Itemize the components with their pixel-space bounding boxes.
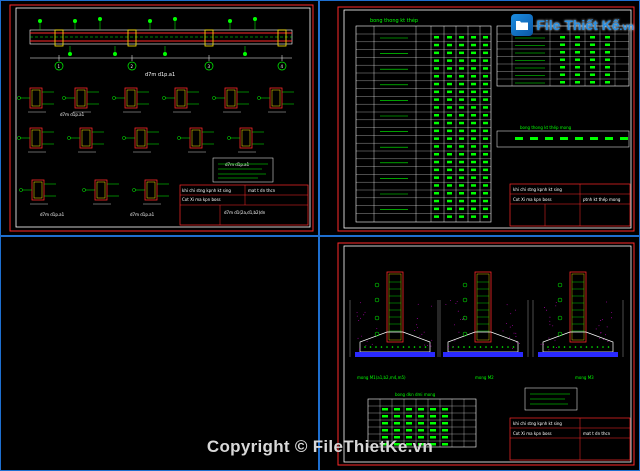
cad-model-space[interactable]: 1 2 3 4 d7m d1p.a1 d7m d1p.a1 d7m d1p.a1 d7m …	[0, 0, 640, 471]
tb1-right: mat t dn thcn	[248, 188, 276, 193]
grid-axis-label: 3	[208, 64, 211, 69]
beam-section	[227, 128, 264, 152]
beam-section	[19, 180, 56, 204]
tb3-row-2: Cot Xi ma kpn boss	[513, 431, 552, 436]
section-label: d7m d1p.a1	[130, 212, 155, 217]
beam-section	[17, 128, 54, 152]
footing-table-title: bong dkn dmi mong	[395, 392, 436, 397]
footing-section	[533, 272, 623, 357]
brand-watermark: File Thiết Kế.vn	[511, 14, 634, 36]
brand-name: File Thiết Kế.vn	[536, 17, 634, 33]
grid-axis-label: 1	[58, 64, 61, 69]
tb2-row-1: khi chi stng kpnh kt sing	[513, 187, 562, 192]
grid-axis-label: 4	[281, 64, 284, 69]
beam-section	[132, 180, 169, 204]
tb2-row-2: Cot Xi ma kpn boss	[513, 197, 552, 202]
beam-section	[122, 128, 159, 152]
rebar-table-title: bong thong kt thép	[370, 17, 418, 24]
footing-label-2: mong M2	[475, 375, 494, 380]
notes-box-2	[525, 388, 577, 410]
copyright-watermark: Copyright © FileThietKe.vn	[0, 437, 640, 457]
footing-label-3: mong M3	[575, 375, 594, 380]
section-label: d7m d1p.a1	[225, 162, 250, 167]
section-label: d7m d1p.a1	[60, 112, 85, 117]
beam-section	[62, 88, 99, 112]
section-label: d7m d1p.a1	[40, 212, 65, 217]
beam-section	[67, 128, 104, 152]
beam-section	[17, 88, 54, 112]
folder-icon	[511, 14, 533, 36]
tb3-right: mat t dn thcn	[583, 431, 611, 436]
beam-section	[82, 180, 119, 204]
frame-elevation	[30, 17, 292, 70]
beam-section	[112, 88, 149, 112]
frame-plan-title: d7m d1p.a1	[145, 72, 175, 78]
footing-section	[350, 272, 440, 357]
beam-section	[177, 128, 214, 152]
tb1-row-2: Cot Xi ma kpn boss	[182, 197, 221, 202]
footing-section	[438, 272, 528, 357]
tb1-row-3: d7m d1(2a,d1,b2)dn	[224, 210, 266, 215]
drawing-canvas: 1 2 3 4 d7m d1p.a1 d7m d1p.a1 d7m d1p.a1 d7m …	[0, 0, 640, 471]
beam-section	[212, 88, 249, 112]
grid-axis-label: 2	[131, 64, 134, 69]
beam-section	[162, 88, 199, 112]
rebar-table2-title: bong thong kt thép mong	[520, 125, 572, 130]
beam-sections	[17, 88, 294, 204]
beam-section	[257, 88, 294, 112]
tb2-right: ptnh kt thép mong	[583, 197, 621, 202]
footing-sections	[350, 272, 623, 357]
tb3-row-1: khi chi stng kpnh kt sing	[513, 421, 562, 426]
footing-label-1: mong M1(a1,b2,m4,m5)	[357, 375, 406, 380]
tb1-row-1: khi chi stng kpnh kt sing	[182, 188, 231, 193]
grid-axis-labels: 1 2 3 4	[58, 64, 284, 69]
sheet-frame-beams	[10, 5, 313, 231]
rebar-schedule-table	[356, 26, 491, 222]
